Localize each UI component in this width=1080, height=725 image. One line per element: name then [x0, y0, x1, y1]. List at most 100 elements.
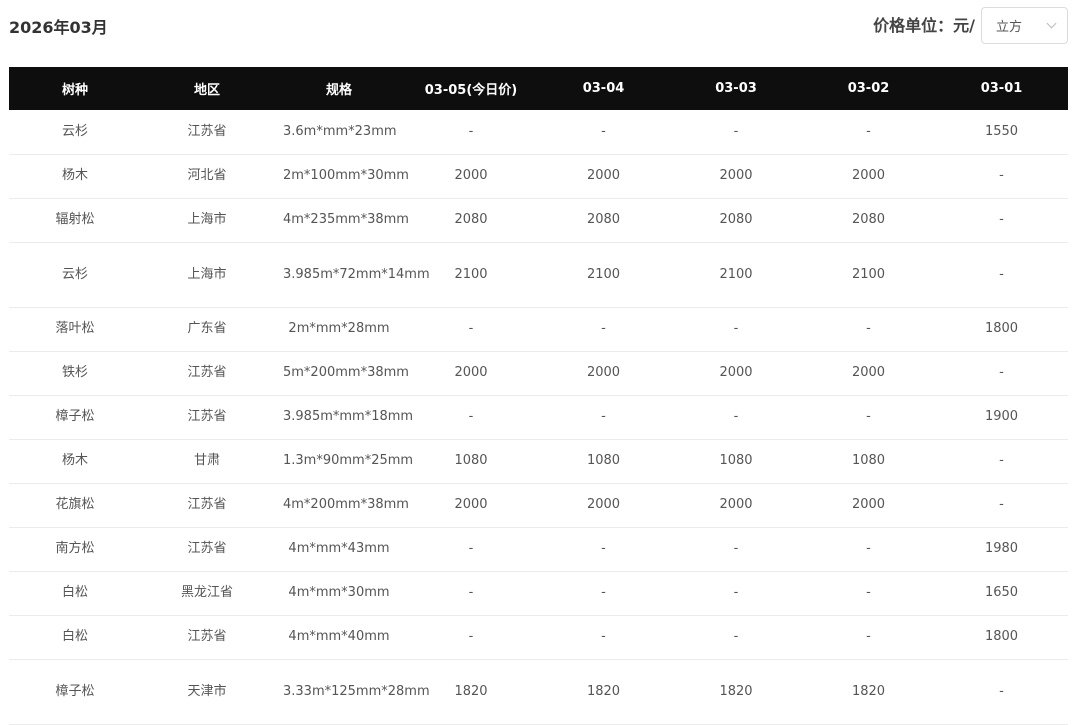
cell-price-0304: 2000 — [537, 351, 670, 396]
cell-price-0302: - — [802, 615, 935, 660]
cell-price-0302: 1080 — [802, 439, 935, 484]
cell-price-0305: 2000 — [405, 154, 537, 199]
cell-price-0304: 2100 — [537, 242, 670, 308]
cell-region: 河北省 — [141, 154, 273, 199]
unit-select-value: 立方 — [996, 20, 1023, 35]
cell-price-0303: - — [670, 571, 802, 616]
col-header-0303[interactable]: 03-03 — [670, 67, 802, 110]
cell-species: 花旗松 — [9, 483, 141, 528]
cell-price-0301: 1800 — [935, 307, 1068, 352]
cell-spec: 5m*200mm*38mm — [273, 351, 409, 396]
cell-price-0302: - — [802, 307, 935, 352]
cell-spec: 3.985m*72mm*14mm — [273, 242, 430, 308]
cell-price-0305: 2000 — [405, 351, 537, 396]
cell-spec: 4m*mm*40mm — [273, 615, 405, 660]
cell-price-0305: 2080 — [405, 198, 537, 243]
cell-spec: 4m*200mm*38mm — [273, 483, 409, 528]
table-row: 杨木 甘肃 1.3m*90mm*25mm 1080 1080 1080 1080- — [9, 439, 1068, 484]
cell-price-0304: - — [537, 110, 670, 155]
table-row: 白松 黑龙江省 4m*mm*30mm - - - -1650 — [9, 571, 1068, 616]
cell-price-0302: 1820 — [802, 659, 935, 725]
cell-price-0303: 2000 — [670, 154, 802, 199]
cell-region: 上海市 — [141, 242, 273, 308]
table-row: 杨木 河北省 2m*100mm*30mm 2000 2000 2000 2000- — [9, 154, 1068, 199]
cell-price-0301: - — [935, 659, 1068, 725]
table-row: 落叶松 广东省 2m*mm*28mm - - - -1800 — [9, 307, 1068, 352]
cell-price-0304: 1820 — [537, 659, 670, 725]
cell-price-0304: - — [537, 395, 670, 440]
cell-price-0304: 2000 — [537, 483, 670, 528]
cell-price-0303: 2080 — [670, 198, 802, 243]
price-unit-control: 价格单位：元/ 立方 — [873, 7, 1068, 44]
cell-price-0303: - — [670, 110, 802, 155]
col-header-species[interactable]: 树种 — [9, 67, 141, 110]
cell-species: 南方松 — [9, 527, 141, 572]
cell-price-0302: - — [802, 110, 935, 155]
cell-spec: 2m*100mm*30mm — [273, 154, 409, 199]
cell-region: 江苏省 — [141, 351, 273, 396]
cell-species: 云杉 — [9, 242, 141, 308]
cell-price-0303: 1820 — [670, 659, 802, 725]
cell-spec: 4m*mm*43mm — [273, 527, 405, 572]
cell-species: 辐射松 — [9, 198, 141, 243]
cell-price-0304: - — [537, 615, 670, 660]
cell-price-0305: - — [405, 110, 537, 155]
cell-species: 铁杉 — [9, 351, 141, 396]
cell-price-0301: - — [935, 154, 1068, 199]
cell-price-0302: 2100 — [802, 242, 935, 308]
cell-price-0301: - — [935, 242, 1068, 308]
top-bar: 2026年03月 价格单位：元/ 立方 — [0, 0, 1080, 62]
cell-price-0305: - — [405, 307, 537, 352]
table-row: 花旗松 江苏省 4m*200mm*38mm 2000 2000 2000 2000- — [9, 483, 1068, 528]
cell-spec: 3.6m*mm*23mm — [273, 110, 405, 155]
cell-price-0301: 1650 — [935, 571, 1068, 616]
cell-price-0303: - — [670, 395, 802, 440]
price-unit-label: 价格单位：元/ — [873, 15, 975, 35]
cell-price-0305: - — [405, 395, 537, 440]
cell-price-0303: 2100 — [670, 242, 802, 308]
table-row: 云杉 江苏省 3.6m*mm*23mm - - - -1550 — [9, 110, 1068, 155]
cell-spec: 4m*235mm*38mm — [273, 198, 409, 243]
price-table: 树种 地区 规格 03-05(今日价) 03-04 03-03 03-02 03… — [9, 67, 1068, 725]
cell-price-0304: 2000 — [537, 154, 670, 199]
cell-price-0302: - — [802, 527, 935, 572]
col-header-region[interactable]: 地区 — [141, 67, 273, 110]
cell-price-0304: 2080 — [537, 198, 670, 243]
cell-price-0301: 1900 — [935, 395, 1068, 440]
cell-price-0301: 1550 — [935, 110, 1068, 155]
cell-price-0303: - — [670, 615, 802, 660]
table-row: 白松 江苏省 4m*mm*40mm - - - -1800 — [9, 615, 1068, 660]
cell-price-0305: - — [405, 571, 537, 616]
col-header-0302[interactable]: 03-02 — [802, 67, 935, 110]
table-row: 樟子松 江苏省 3.985m*mm*18mm - - - -1900 — [9, 395, 1068, 440]
cell-price-0301: 1800 — [935, 615, 1068, 660]
cell-price-0303: 2000 — [670, 351, 802, 396]
cell-price-0301: - — [935, 351, 1068, 396]
unit-select[interactable]: 立方 — [981, 7, 1068, 44]
col-header-0301[interactable]: 03-01 — [935, 67, 1068, 110]
cell-species: 白松 — [9, 571, 141, 616]
cell-price-0302: - — [802, 571, 935, 616]
cell-price-0302: - — [802, 395, 935, 440]
col-header-spec[interactable]: 规格 — [273, 67, 405, 110]
cell-species: 云杉 — [9, 110, 141, 155]
cell-region: 广东省 — [141, 307, 273, 352]
cell-spec: 3.33m*125mm*28mm — [273, 659, 430, 725]
cell-species: 杨木 — [9, 439, 141, 484]
cell-species: 樟子松 — [9, 659, 141, 725]
cell-spec: 3.985m*mm*18mm — [273, 395, 413, 440]
col-header-0304[interactable]: 03-04 — [537, 67, 670, 110]
cell-region: 黑龙江省 — [141, 571, 273, 616]
cell-price-0305: 1080 — [405, 439, 537, 484]
table-row: 铁杉 江苏省 5m*200mm*38mm 2000 2000 2000 2000- — [9, 351, 1068, 396]
table-row: 南方松 江苏省 4m*mm*43mm - - - -1980 — [9, 527, 1068, 572]
cell-region: 甘肃 — [141, 439, 273, 484]
cell-price-0304: - — [537, 571, 670, 616]
col-header-today[interactable]: 03-05(今日价) — [405, 67, 537, 110]
cell-price-0305: - — [405, 615, 537, 660]
cell-price-0305: - — [405, 527, 537, 572]
cell-price-0301: 1980 — [935, 527, 1068, 572]
cell-price-0304: 1080 — [537, 439, 670, 484]
cell-species: 樟子松 — [9, 395, 141, 440]
cell-species: 白松 — [9, 615, 141, 660]
